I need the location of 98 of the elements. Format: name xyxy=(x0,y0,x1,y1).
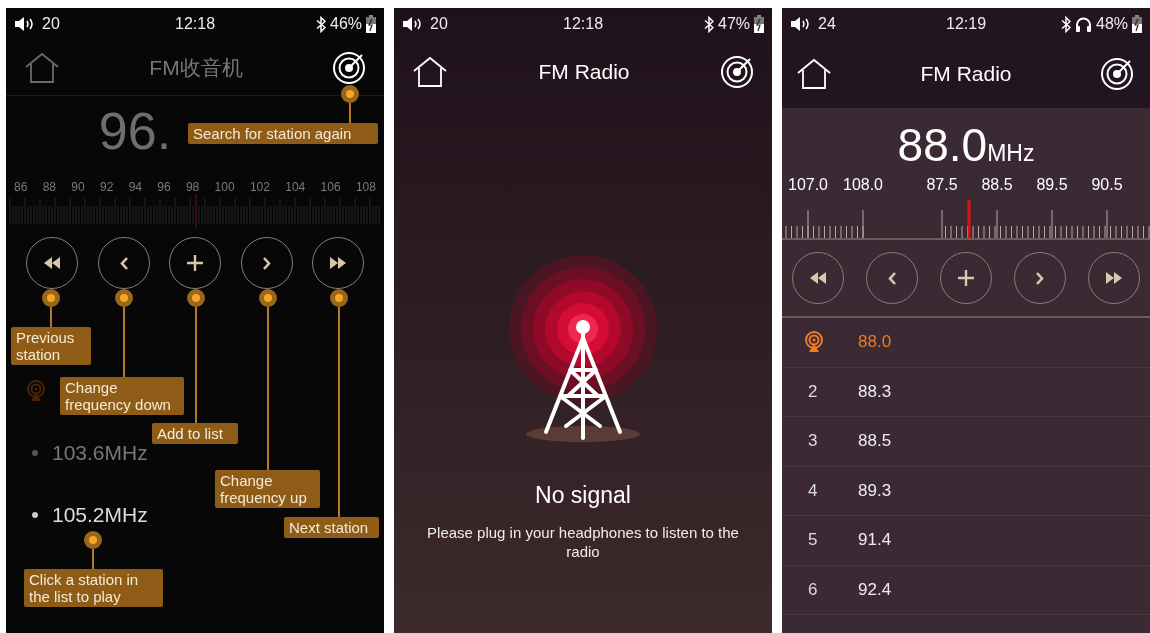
battery-charging-icon xyxy=(754,15,764,33)
fast-forward-icon xyxy=(330,257,346,269)
scale-label: 98 xyxy=(185,180,200,194)
scale-label: 88.5 xyxy=(981,176,1013,194)
station-frequency: 88.5 xyxy=(857,431,892,452)
station-row[interactable]: 6 92.4 xyxy=(782,565,1150,615)
leader-line xyxy=(123,307,125,377)
station-frequency: 91.4 xyxy=(857,530,892,551)
volume-level: 24 xyxy=(818,15,836,33)
plus-icon xyxy=(186,254,204,272)
bluetooth-icon xyxy=(316,15,326,33)
radar-scan-icon[interactable] xyxy=(332,50,366,85)
station-row[interactable]: 4 89.3 xyxy=(782,466,1150,516)
headphones-icon xyxy=(1075,16,1092,32)
station-number: 2 xyxy=(807,381,819,402)
bluetooth-icon xyxy=(704,15,714,33)
callout-dot-icon xyxy=(259,289,277,307)
callout-label: Previous station xyxy=(11,327,91,365)
station-number: 4 xyxy=(807,480,819,501)
station-row[interactable]: 5 91.4 xyxy=(782,516,1150,566)
scale-label: 88 xyxy=(42,180,56,194)
station-frequency[interactable]: 103.6MHz xyxy=(52,441,148,465)
frequency-display: 88.0 xyxy=(897,120,988,170)
scale-label: 106 xyxy=(320,180,341,194)
clock: 12:19 xyxy=(946,15,987,33)
callout-dot-icon xyxy=(341,85,359,103)
callout-label: Search for station again xyxy=(188,123,378,144)
chevron-right-icon xyxy=(1036,271,1044,285)
volume-icon xyxy=(14,16,36,32)
rewind-icon xyxy=(44,257,60,269)
clock: 12:18 xyxy=(563,15,604,33)
list-bullet xyxy=(32,450,38,456)
radar-scan-icon[interactable] xyxy=(1100,57,1134,91)
station-frequency: 89.3 xyxy=(857,480,892,501)
scale-label: 102 xyxy=(249,180,270,194)
station-number: 6 xyxy=(807,579,819,600)
station-row[interactable]: 3 88.5 xyxy=(782,417,1150,467)
station-number: 5 xyxy=(807,530,819,551)
callout-label: Change frequency up xyxy=(215,470,320,508)
battery-percentage: 48% xyxy=(1096,15,1128,33)
plus-icon xyxy=(957,269,975,287)
list-bullet xyxy=(32,512,38,518)
bluetooth-icon xyxy=(1061,15,1071,33)
station-frequency: 88.3 xyxy=(857,381,892,402)
callout-label: Next station xyxy=(284,517,379,538)
station-frequency[interactable]: 105.2MHz xyxy=(52,503,148,527)
scale-label: 108 xyxy=(355,180,376,194)
frequency-display: 96. xyxy=(98,101,172,161)
scale-label: 108.0 xyxy=(843,176,883,194)
volume-level: 20 xyxy=(42,15,60,33)
radar-scan-icon[interactable] xyxy=(720,55,754,89)
scale-label: 100 xyxy=(214,180,235,194)
scale-label: 94 xyxy=(128,180,142,194)
scale-label: 90 xyxy=(71,180,85,194)
station-frequency: 88.0 xyxy=(857,332,892,353)
scale-label: 86 xyxy=(14,180,28,194)
scale-label: 96 xyxy=(157,180,171,194)
callout-dot-icon xyxy=(42,289,60,307)
callout-dot-icon xyxy=(115,289,133,307)
callout-dot-icon xyxy=(330,289,348,307)
volume-level: 20 xyxy=(430,15,448,33)
clock: 12:18 xyxy=(175,15,216,33)
screen-title: FM Radio xyxy=(920,62,1012,86)
chevron-right-icon xyxy=(262,256,271,270)
chevron-left-icon xyxy=(119,256,128,270)
scale-label: 89.5 xyxy=(1036,176,1068,194)
callout-dot-icon xyxy=(84,531,102,549)
no-signal-message: Please plug in your headphones to listen to the radio xyxy=(426,523,740,561)
screen-title: FM Radio xyxy=(538,60,630,84)
station-number: 3 xyxy=(807,431,819,452)
fast-forward-icon xyxy=(1106,272,1122,284)
callout-label: Change frequency down xyxy=(60,377,184,415)
scale-label: 92 xyxy=(99,180,114,194)
callout-dot-icon xyxy=(187,289,205,307)
callout-label: Add to list xyxy=(152,423,238,444)
station-frequency: 92.4 xyxy=(857,579,892,600)
leader-line xyxy=(50,307,52,327)
battery-percentage: 46% xyxy=(330,15,362,33)
rewind-icon xyxy=(810,272,826,284)
battery-charging-icon xyxy=(366,15,376,33)
leader-line xyxy=(349,103,351,123)
callout-label: Click a station in the list to play xyxy=(24,569,163,607)
battery-percentage: 47% xyxy=(718,15,750,33)
scale-label: 104 xyxy=(285,180,306,194)
frequency-unit: MHz xyxy=(987,142,1035,164)
screen-title: FM收音机 xyxy=(149,54,243,81)
no-signal-title: No signal xyxy=(535,482,631,509)
scale-label: 87.5 xyxy=(926,176,958,194)
broadcast-icon xyxy=(804,331,824,354)
leader-line xyxy=(92,549,94,569)
battery-charging-icon xyxy=(1132,15,1142,33)
station-row[interactable]: 88.0 xyxy=(782,318,1150,368)
station-row[interactable]: 2 88.3 xyxy=(782,367,1150,417)
chevron-left-icon xyxy=(888,271,896,285)
scale-label: 90.5 xyxy=(1091,176,1123,194)
volume-icon xyxy=(402,16,424,32)
scale-label: 107.0 xyxy=(788,176,828,194)
volume-icon xyxy=(790,16,812,32)
